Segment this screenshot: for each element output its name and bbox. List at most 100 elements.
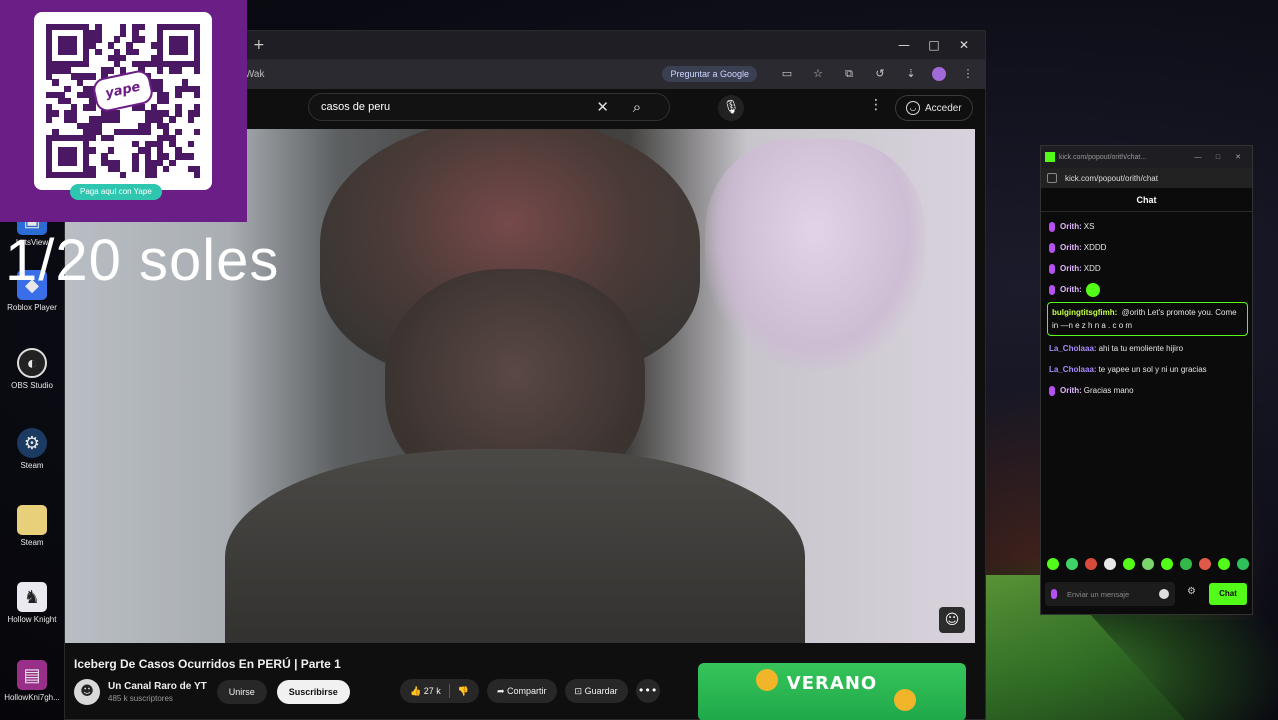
qr-module [89, 171, 96, 179]
search-input[interactable] [321, 101, 597, 113]
dislike-icon[interactable]: 👎 [458, 686, 469, 697]
channel-avatar[interactable]: ☻ [74, 679, 100, 705]
emote-icon[interactable] [1066, 558, 1078, 570]
kick-emote-icon [1085, 282, 1100, 297]
chat-message: Orith: Gracias mano [1047, 380, 1248, 401]
maximize-icon[interactable]: □ [919, 38, 949, 52]
qr-module [169, 116, 176, 123]
minimize-icon[interactable]: — [1188, 154, 1208, 161]
mod-badge-icon [1049, 385, 1055, 396]
chat-user[interactable]: La_Cholaaa: [1049, 365, 1097, 374]
bookmark-icon: ⊡ [574, 685, 583, 696]
video-frame-plush [705, 139, 925, 369]
desktop-icon-archive[interactable]: ▤ HollowKni7gh... [4, 660, 60, 702]
desktop-icon-label: Roblox Player [7, 303, 57, 312]
emote-icon[interactable] [1218, 558, 1230, 570]
chat-user[interactable]: La_Cholaaa: [1049, 344, 1097, 353]
profile-avatar[interactable] [932, 67, 946, 81]
desktop-icon-hollow-knight[interactable]: ♞ Hollow Knight [4, 582, 60, 624]
kick-chat-window: kick.com/popout/orith/chat... — □ ✕ kick… [1040, 145, 1253, 615]
qr-module [52, 110, 59, 117]
like-count[interactable]: 27 k [424, 686, 441, 696]
new-tab-icon[interactable]: + [253, 37, 265, 53]
qr-module [82, 60, 90, 68]
video-frame-body [225, 449, 805, 643]
chat-user[interactable]: Orith: [1060, 285, 1082, 294]
subscribe-button[interactable]: Suscribirse [276, 680, 350, 704]
share-label: Compartir [507, 686, 547, 696]
emote-icon[interactable] [1199, 558, 1211, 570]
join-button[interactable]: Unirse [216, 680, 267, 704]
qr-module [163, 97, 170, 105]
chat-user[interactable]: Orith: [1060, 386, 1082, 395]
qr-code: yape [34, 12, 212, 190]
save-button[interactable]: ⊡ Guardar [564, 679, 628, 703]
chat-user[interactable]: bulgingtitsgfimh: [1052, 308, 1117, 317]
emote-icon[interactable] [1123, 558, 1135, 570]
emote-icon[interactable] [1180, 558, 1192, 570]
qr-module [193, 128, 201, 136]
qr-module [64, 85, 71, 93]
emote-icon[interactable] [1104, 558, 1116, 570]
browser-menu-icon[interactable]: ⋮ [959, 65, 977, 83]
emote-icon[interactable] [1085, 558, 1097, 570]
qr-module [193, 91, 201, 99]
sign-in-button[interactable]: ◡ Acceder [895, 95, 973, 121]
obs-icon: ◐ [17, 348, 47, 378]
history-icon[interactable]: ↺ [871, 65, 889, 83]
yape-pay-button: Paga aquí con Yape [70, 184, 162, 200]
save-label: Guardar [584, 686, 618, 696]
emoji-icon[interactable] [1159, 589, 1169, 599]
chat-user[interactable]: Orith: [1060, 243, 1082, 252]
donation-text: 1/20 soles [5, 228, 280, 293]
mic-icon[interactable]: 🎙 [718, 95, 744, 121]
gear-icon[interactable]: ⚙ [1187, 586, 1196, 597]
qr-module [144, 128, 151, 136]
archive-icon: ▤ [17, 660, 47, 690]
site-settings-icon[interactable] [1047, 173, 1057, 183]
qr-module [95, 36, 102, 43]
like-icon[interactable]: 👍 [410, 686, 421, 697]
channel-info: Un Canal Raro de YT 485 k suscriptores [108, 681, 207, 703]
downloads-icon[interactable]: ⇣ [902, 65, 920, 83]
extensions-icon[interactable]: ⧉ [840, 65, 858, 83]
emote-icon[interactable] [1161, 558, 1173, 570]
qr-module [187, 141, 195, 148]
channel-name[interactable]: Un Canal Raro de YT [108, 681, 207, 692]
emote-icon[interactable] [1142, 558, 1154, 570]
chat-user[interactable]: Orith: [1060, 222, 1082, 231]
channel-watermark-icon[interactable]: ☺ [939, 607, 965, 633]
cast-icon[interactable]: ▭ [778, 65, 796, 83]
yape-qr-overlay: yape Paga aquí con Yape [0, 0, 247, 222]
desktop-icon-obs[interactable]: ◐ OBS Studio [4, 348, 60, 390]
qr-module [150, 171, 158, 179]
bookmark-star-icon[interactable]: ☆ [809, 65, 827, 83]
settings-menu-icon[interactable]: ⋮ [869, 97, 883, 113]
close-icon[interactable]: ✕ [949, 38, 979, 52]
qr-module [46, 116, 53, 123]
emote-icon[interactable] [1047, 558, 1059, 570]
chat-text: Gracias mano [1083, 386, 1134, 395]
clear-search-icon[interactable]: ✕ [596, 98, 609, 116]
chat-send-button[interactable]: Chat [1209, 583, 1247, 605]
emote-icon[interactable] [1237, 558, 1249, 570]
search-icon[interactable]: ⌕ [617, 98, 657, 116]
like-dislike-group: 👍 27 k 👎 [400, 679, 479, 703]
desktop-icon-steam-folder[interactable]: Steam [4, 505, 60, 547]
qr-module [113, 116, 121, 123]
chat-input[interactable]: Enviar un mensaje [1045, 582, 1175, 606]
maximize-icon[interactable]: □ [1208, 154, 1228, 161]
qr-module [156, 67, 164, 74]
qr-module [107, 134, 115, 142]
ad-banner[interactable]: VERANO [698, 663, 966, 720]
desktop-icon-label: HollowKni7gh... [4, 693, 60, 702]
ask-google-button[interactable]: Preguntar a Google [662, 66, 757, 82]
share-button[interactable]: ➦ Compartir [486, 679, 557, 703]
more-actions-icon[interactable]: ••• [635, 679, 660, 703]
qr-module [89, 134, 96, 142]
qr-module [132, 165, 139, 173]
minimize-icon[interactable]: — [889, 38, 919, 52]
desktop-icon-steam[interactable]: ⚙ Steam [4, 428, 60, 470]
close-icon[interactable]: ✕ [1228, 153, 1248, 161]
chat-user[interactable]: Orith: [1060, 264, 1082, 273]
